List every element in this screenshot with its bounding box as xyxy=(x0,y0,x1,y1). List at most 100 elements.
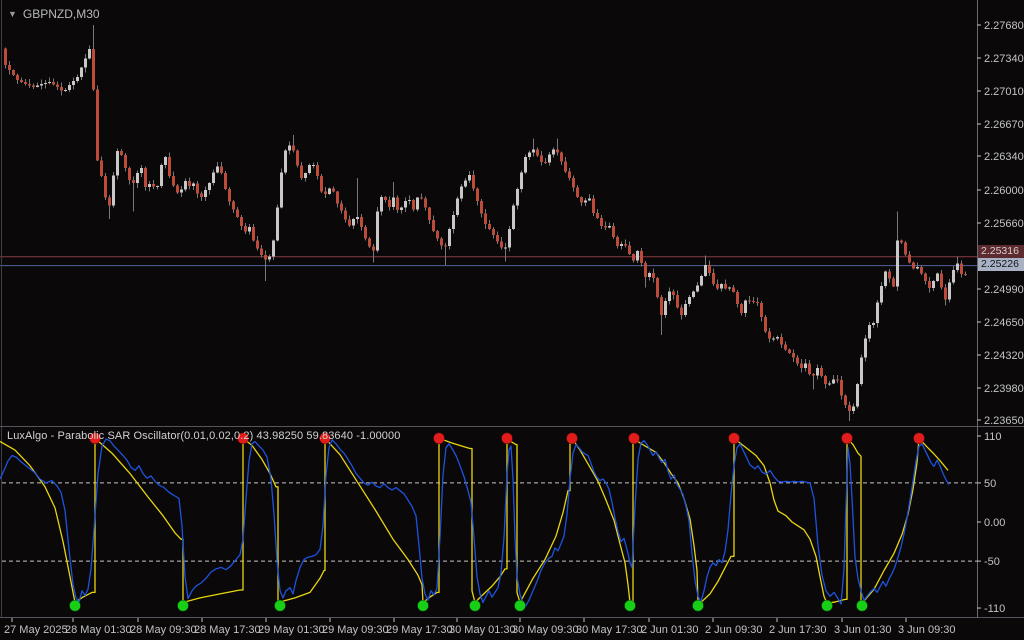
buy-signal-dot[interactable] xyxy=(693,600,704,611)
bear-candle xyxy=(848,405,851,411)
bull-candle xyxy=(508,229,511,248)
bear-candle xyxy=(428,208,431,220)
alert-price-tag: 2.25316 xyxy=(978,245,1024,258)
bear-candle xyxy=(492,229,495,235)
chart-canvas[interactable]: 2.276802.273402.270102.266702.263402.260… xyxy=(0,0,1024,640)
bear-candle xyxy=(240,217,243,226)
price-axis-label: 2.26000 xyxy=(984,185,1024,197)
bull-candle xyxy=(156,186,159,187)
bull-candle xyxy=(460,187,463,199)
bull-candle xyxy=(464,180,467,186)
sell-signal-dot[interactable] xyxy=(567,433,578,444)
buy-signal-dot[interactable] xyxy=(625,600,636,611)
bull-candle xyxy=(204,190,207,197)
bear-candle xyxy=(788,349,791,353)
bear-candle xyxy=(176,185,179,192)
buy-signal-dot[interactable] xyxy=(857,600,868,611)
bull-candle xyxy=(776,337,779,339)
bear-candle xyxy=(20,80,23,82)
price-axis[interactable]: 2.276802.273402.270102.266702.263402.260… xyxy=(977,20,1024,427)
bear-candle xyxy=(496,235,499,241)
bear-candle xyxy=(940,274,943,288)
bull-candle xyxy=(504,248,507,249)
buy-signal-dot[interactable] xyxy=(70,600,81,611)
bear-candle xyxy=(172,176,175,185)
bear-candle xyxy=(900,241,903,243)
bear-candle xyxy=(560,153,563,162)
bull-candle xyxy=(248,227,251,232)
bear-candle xyxy=(432,220,435,231)
buy-signal-dot[interactable] xyxy=(515,600,526,611)
bull-candle xyxy=(524,157,527,172)
sell-signal-dot[interactable] xyxy=(842,433,853,444)
buy-signal-dot[interactable] xyxy=(418,600,429,611)
bull-candle xyxy=(392,198,395,207)
bull-candle xyxy=(948,282,951,299)
bull-candle xyxy=(148,184,151,187)
bear-candle xyxy=(144,168,147,187)
bear-candle xyxy=(364,227,367,239)
bear-candle xyxy=(92,49,95,89)
sell-signal-dot[interactable] xyxy=(729,433,740,444)
sell-signal-dot[interactable] xyxy=(914,433,925,444)
chevron-down-icon[interactable]: ▼ xyxy=(8,10,17,19)
time-axis[interactable]: 27 May 202528 May 01:3028 May 09:3028 Ma… xyxy=(4,618,956,636)
price-axis-label: 2.27010 xyxy=(984,86,1024,98)
oscillator-pane[interactable]: 110500.00-50-110 xyxy=(0,431,1005,615)
bull-candle xyxy=(704,265,707,276)
buy-signal-dot[interactable] xyxy=(275,600,286,611)
bull-candle xyxy=(956,264,959,270)
bear-candle xyxy=(604,226,607,228)
buy-signal-dot[interactable] xyxy=(470,600,481,611)
price-axis-label: 2.23650 xyxy=(984,415,1024,427)
osc-axis-label: 50 xyxy=(984,478,996,490)
price-axis-label: 2.26670 xyxy=(984,119,1024,131)
bear-candle xyxy=(200,193,203,197)
bear-candle xyxy=(28,84,31,85)
bear-candle xyxy=(716,284,719,289)
time-axis-label: 29 May 01:30 xyxy=(258,624,325,636)
bear-candle xyxy=(944,288,947,300)
bear-candle xyxy=(796,358,799,364)
bull-candle xyxy=(304,173,307,178)
bear-candle xyxy=(564,161,567,171)
bull-candle xyxy=(356,217,359,219)
time-axis-label: 28 May 01:30 xyxy=(65,624,132,636)
bull-candle xyxy=(408,200,411,201)
bear-candle xyxy=(756,302,759,303)
bear-candle xyxy=(128,168,131,180)
bear-candle xyxy=(472,175,475,188)
bull-candle xyxy=(212,173,215,183)
bear-candle xyxy=(476,188,479,201)
sell-signal-dot[interactable] xyxy=(434,433,445,444)
bull-candle xyxy=(164,157,167,165)
bull-candle xyxy=(140,168,143,173)
bull-candle xyxy=(932,281,935,288)
bull-candle xyxy=(720,284,723,289)
bear-candle xyxy=(660,297,663,315)
bid-price-tag: 2.25226 xyxy=(978,258,1024,271)
buy-signal-dot[interactable] xyxy=(178,600,189,611)
bear-candle xyxy=(912,262,915,268)
bull-candle xyxy=(312,165,315,166)
bear-candle xyxy=(424,199,427,208)
bear-candle xyxy=(576,188,579,197)
bear-candle xyxy=(372,247,375,251)
buy-signal-dot[interactable] xyxy=(822,600,833,611)
bull-candle xyxy=(816,368,819,375)
bear-candle xyxy=(480,201,483,214)
bull-candle xyxy=(804,363,807,368)
bull-candle xyxy=(876,303,879,323)
sell-signal-dot[interactable] xyxy=(629,433,640,444)
bull-candle xyxy=(276,207,279,240)
bear-candle xyxy=(672,292,675,295)
bear-candle xyxy=(540,156,543,162)
bear-candle xyxy=(600,218,603,226)
sell-signal-dot[interactable] xyxy=(502,433,513,444)
bear-candle xyxy=(656,278,659,297)
bear-candle xyxy=(224,173,227,189)
bull-candle xyxy=(516,189,519,205)
bear-candle xyxy=(444,246,447,247)
bull-candle xyxy=(860,358,863,384)
time-axis-label: 2 Jun 17:30 xyxy=(769,624,827,636)
